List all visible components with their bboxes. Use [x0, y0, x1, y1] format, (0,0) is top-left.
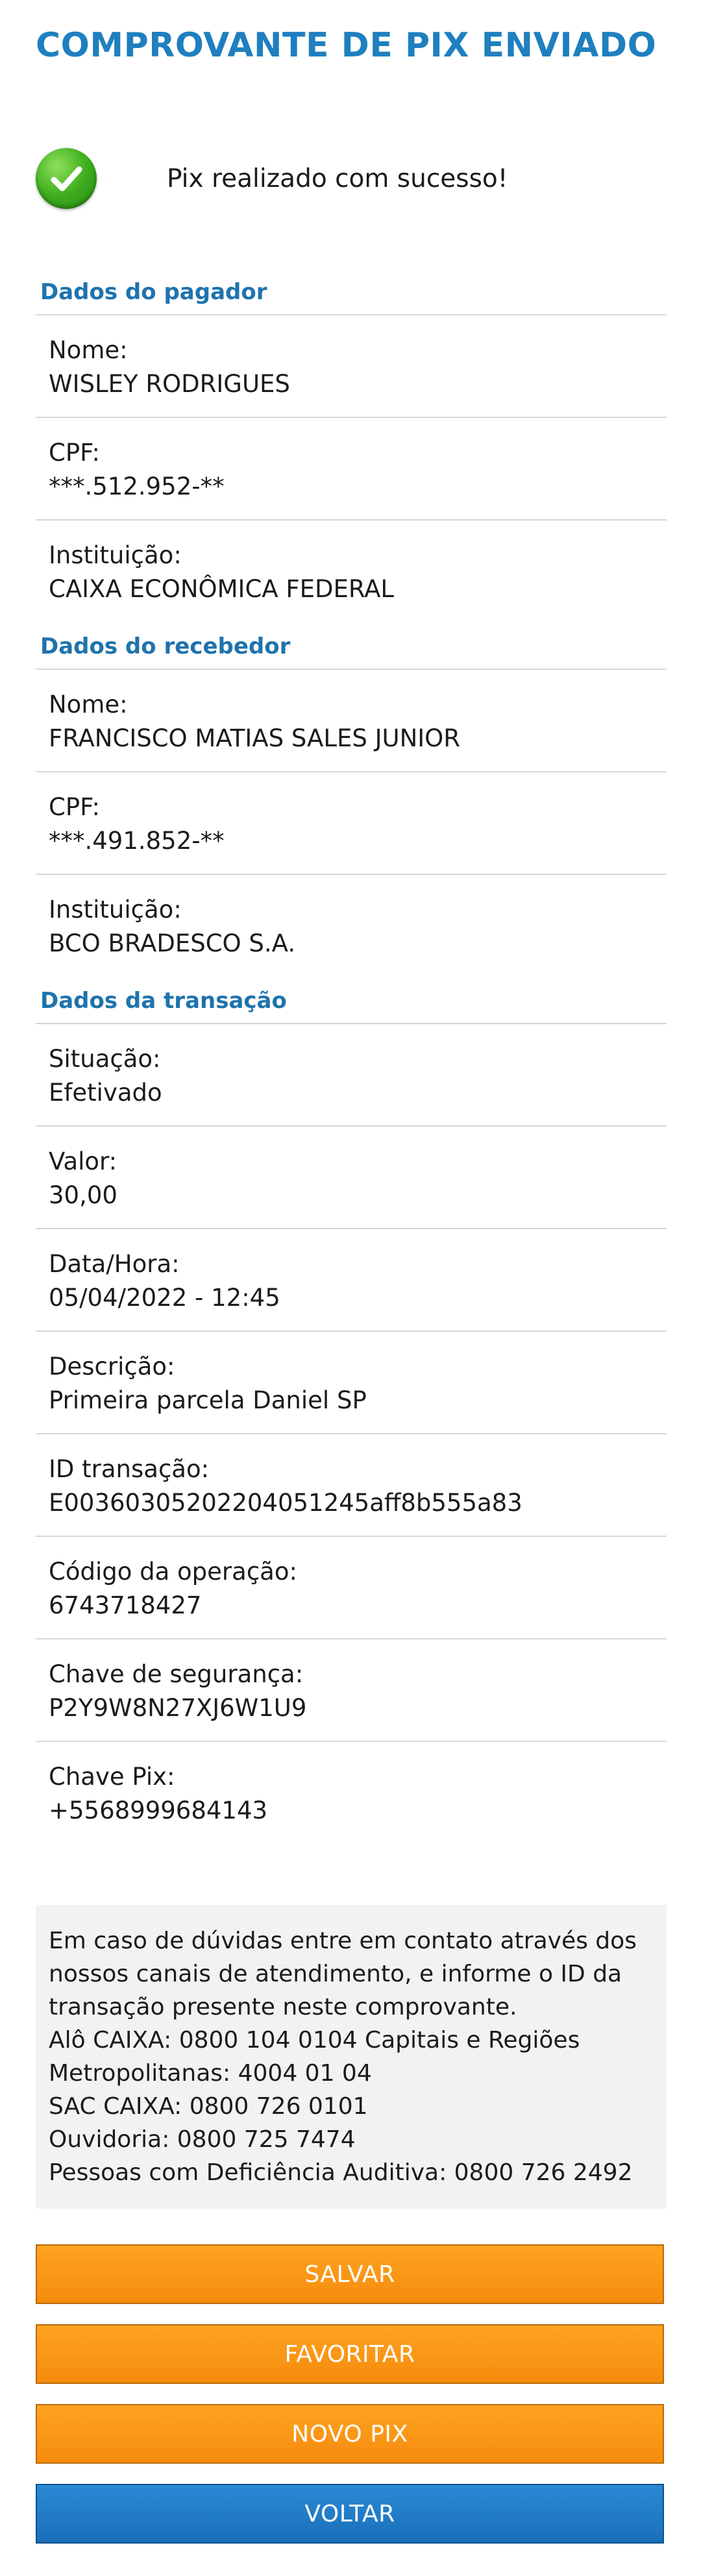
status-message: Pix realizado com sucesso!	[167, 164, 508, 193]
pagador-fields: Nome: WISLEY RODRIGUES CPF: ***.512.952-…	[36, 315, 667, 618]
contact-info-box: Em caso de dúvidas entre em contato atra…	[36, 1905, 667, 2209]
field-value: ***.512.952-**	[49, 472, 225, 500]
pix-receipt-page: COMPROVANTE DE PIX ENVIADO Pix realizado…	[0, 0, 701, 2576]
transacao-fields: Situação: Efetivado Valor: 30,00 Data/Ho…	[36, 1024, 667, 1845]
info-line: transação presente neste comprovante.	[49, 1994, 517, 2020]
field-label: Chave Pix:	[49, 1763, 175, 1791]
field-descricao: Descrição: Primeira parcela Daniel SP	[36, 1332, 667, 1434]
field-label: ID transação:	[49, 1455, 210, 1483]
field-codigo-operacao: Código da operação: 6743718427	[36, 1537, 667, 1639]
field-recebedor-instituicao: Instituição: BCO BRADESCO S.A.	[36, 875, 667, 972]
field-pagador-nome: Nome: WISLEY RODRIGUES	[36, 315, 667, 418]
receipt-sections: Dados do pagador Nome: WISLEY RODRIGUES …	[36, 279, 667, 1845]
favoritar-button[interactable]: FAVORITAR	[36, 2324, 664, 2384]
field-id-transacao: ID transação: E00360305202204051245aff8b…	[36, 1434, 667, 1537]
field-pagador-cpf: CPF: ***.512.952-**	[36, 418, 667, 521]
salvar-button[interactable]: SALVAR	[36, 2244, 664, 2304]
check-circle-icon	[36, 148, 97, 209]
field-label: Descrição:	[49, 1353, 175, 1380]
field-valor: Valor: 30,00	[36, 1127, 667, 1229]
section-title-recebedor: Dados do recebedor	[36, 633, 667, 670]
field-value: Primeira parcela Daniel SP	[49, 1386, 367, 1414]
field-chave-pix: Chave Pix: +5568999684143	[36, 1742, 667, 1845]
field-recebedor-cpf: CPF: ***.491.852-**	[36, 772, 667, 875]
field-value: 6743718427	[49, 1591, 202, 1619]
info-line: Em caso de dúvidas entre em contato atra…	[49, 1928, 637, 1954]
field-recebedor-nome: Nome: FRANCISCO MATIAS SALES JUNIOR	[36, 670, 667, 772]
field-label: Situação:	[49, 1045, 161, 1073]
info-line: SAC CAIXA: 0800 726 0101	[49, 2093, 368, 2120]
field-value: WISLEY RODRIGUES	[49, 370, 290, 398]
field-label: Nome:	[49, 691, 128, 718]
field-data-hora: Data/Hora: 05/04/2022 - 12:45	[36, 1229, 667, 1332]
info-line: Pessoas com Deficiência Auditiva: 0800 7…	[49, 2159, 633, 2186]
section-title-pagador: Dados do pagador	[36, 279, 667, 315]
info-line: nossos canais de atendimento, e informe …	[49, 1961, 622, 1987]
field-value: E00360305202204051245aff8b555a83	[49, 1489, 523, 1517]
field-value: ***.491.852-**	[49, 827, 225, 855]
field-label: Chave de segurança:	[49, 1660, 304, 1688]
field-value: FRANCISCO MATIAS SALES JUNIOR	[49, 724, 461, 752]
recebedor-fields: Nome: FRANCISCO MATIAS SALES JUNIOR CPF:…	[36, 670, 667, 972]
field-value: BCO BRADESCO S.A.	[49, 929, 296, 957]
field-label: CPF:	[49, 793, 101, 821]
field-label: CPF:	[49, 439, 101, 467]
field-value: +5568999684143	[49, 1797, 268, 1824]
field-value: 05/04/2022 - 12:45	[49, 1284, 280, 1312]
field-label: Data/Hora:	[49, 1250, 180, 1278]
field-label: Instituição:	[49, 541, 182, 569]
info-line: Alô CAIXA: 0800 104 0104 Capitais e Regi…	[49, 2027, 580, 2054]
field-value: Efetivado	[49, 1079, 162, 1107]
field-value: P2Y9W8N27XJ6W1U9	[49, 1694, 307, 1722]
novo-pix-button[interactable]: NOVO PIX	[36, 2404, 664, 2464]
page-title: COMPROVANTE DE PIX ENVIADO	[36, 26, 657, 65]
field-value: 30,00	[49, 1181, 117, 1209]
checkmark-icon	[51, 166, 82, 191]
info-line: Metropolitanas: 4004 01 04	[49, 2060, 372, 2087]
field-label: Instituição:	[49, 896, 182, 924]
field-situacao: Situação: Efetivado	[36, 1024, 667, 1127]
field-pagador-instituicao: Instituição: CAIXA ECONÔMICA FEDERAL	[36, 521, 667, 618]
field-chave-seguranca: Chave de segurança: P2Y9W8N27XJ6W1U9	[36, 1639, 667, 1742]
field-label: Nome:	[49, 336, 128, 364]
status-row: Pix realizado com sucesso!	[36, 146, 665, 211]
field-label: Valor:	[49, 1147, 117, 1175]
voltar-button[interactable]: VOLTAR	[36, 2484, 664, 2544]
info-line: Ouvidoria: 0800 725 7474	[49, 2126, 356, 2153]
field-value: CAIXA ECONÔMICA FEDERAL	[49, 575, 395, 603]
section-title-transacao: Dados da transação	[36, 988, 667, 1024]
field-label: Código da operação:	[49, 1558, 297, 1586]
